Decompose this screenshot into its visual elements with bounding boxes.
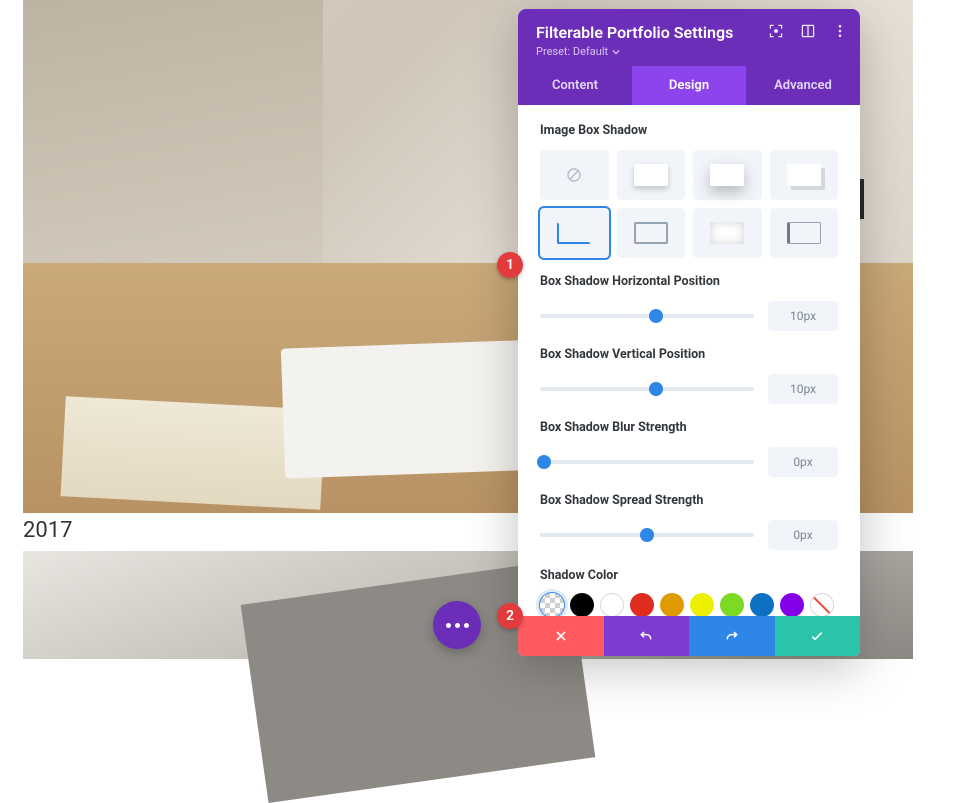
tab-content[interactable]: Content: [518, 66, 632, 105]
annotation-badge-2: 2: [497, 603, 523, 629]
swatch-blue[interactable]: [750, 593, 774, 616]
panel-header[interactable]: Filterable Portfolio Settings Preset: De…: [518, 9, 860, 66]
ellipsis-icon: [446, 623, 469, 628]
slider-label: Box Shadow Horizontal Position: [540, 274, 838, 289]
shadow-preset-1[interactable]: [617, 150, 686, 200]
slider-thumb[interactable]: [537, 455, 551, 469]
undo-icon: [638, 628, 654, 644]
shadow-preset-none[interactable]: [540, 150, 609, 200]
slider-track-blur[interactable]: [540, 460, 754, 464]
slider-label: Box Shadow Vertical Position: [540, 347, 838, 362]
slider-thumb[interactable]: [649, 382, 663, 396]
slider-label: Box Shadow Blur Strength: [540, 420, 838, 435]
shadow-color-label: Shadow Color: [540, 568, 838, 583]
close-icon: [553, 628, 569, 644]
swatch-transparent[interactable]: [540, 593, 564, 616]
slider-thumb[interactable]: [649, 309, 663, 323]
shadow-preset-3[interactable]: [770, 150, 839, 200]
swatch-yellow[interactable]: [690, 593, 714, 616]
settings-panel: Filterable Portfolio Settings Preset: De…: [518, 9, 860, 656]
swatch-none[interactable]: [810, 593, 834, 616]
color-swatches: [540, 593, 838, 616]
section-label-image-shadow: Image Box Shadow: [540, 123, 838, 138]
more-icon[interactable]: [832, 23, 848, 39]
panel-body: Image Box Shadow Box Shadow Horizontal P…: [518, 105, 860, 616]
swatch-red[interactable]: [630, 593, 654, 616]
swatch-black[interactable]: [570, 593, 594, 616]
settings-tabs: Content Design Advanced: [518, 66, 860, 105]
check-icon: [809, 628, 825, 644]
chevron-down-icon: [612, 48, 620, 56]
swatch-green[interactable]: [720, 593, 744, 616]
slider-blur: Box Shadow Blur Strength 0px: [540, 420, 838, 477]
header-actions: [768, 23, 848, 39]
no-icon: [565, 166, 583, 184]
shadow-preset-4-selected[interactable]: [540, 208, 609, 258]
redo-icon: [724, 628, 740, 644]
swatch-orange[interactable]: [660, 593, 684, 616]
slider-track-spread[interactable]: [540, 533, 754, 537]
swatch-white[interactable]: [600, 593, 624, 616]
shadow-preset-2[interactable]: [693, 150, 762, 200]
layout-icon[interactable]: [800, 23, 816, 39]
slider-vertical: Box Shadow Vertical Position 10px: [540, 347, 838, 404]
undo-button[interactable]: [604, 616, 690, 656]
slider-value-blur[interactable]: 0px: [768, 447, 838, 477]
module-options-button[interactable]: [433, 601, 481, 649]
shadow-preset-grid: [540, 150, 838, 258]
confirm-button[interactable]: [775, 616, 861, 656]
portfolio-caption[interactable]: 2017: [23, 518, 72, 543]
redo-button[interactable]: [689, 616, 775, 656]
slider-horizontal: Box Shadow Horizontal Position 10px: [540, 274, 838, 331]
slider-spread: Box Shadow Spread Strength 0px: [540, 493, 838, 550]
slider-value-horizontal[interactable]: 10px: [768, 301, 838, 331]
focus-icon[interactable]: [768, 23, 784, 39]
preset-dropdown[interactable]: Preset: Default: [536, 45, 842, 58]
slider-track-vertical[interactable]: [540, 387, 754, 391]
cancel-button[interactable]: [518, 616, 604, 656]
slider-thumb[interactable]: [640, 528, 654, 542]
preset-label: Preset: Default: [536, 45, 608, 58]
slider-value-vertical[interactable]: 10px: [768, 374, 838, 404]
shadow-preset-6[interactable]: [693, 208, 762, 258]
slider-value-spread[interactable]: 0px: [768, 520, 838, 550]
slider-label: Box Shadow Spread Strength: [540, 493, 838, 508]
annotation-badge-1: 1: [497, 252, 523, 278]
panel-footer: [518, 616, 860, 656]
shadow-preset-5[interactable]: [617, 208, 686, 258]
tab-advanced[interactable]: Advanced: [746, 66, 860, 105]
swatch-purple[interactable]: [780, 593, 804, 616]
slider-track-horizontal[interactable]: [540, 314, 754, 318]
tab-design[interactable]: Design: [632, 66, 746, 105]
shadow-preset-7[interactable]: [770, 208, 839, 258]
